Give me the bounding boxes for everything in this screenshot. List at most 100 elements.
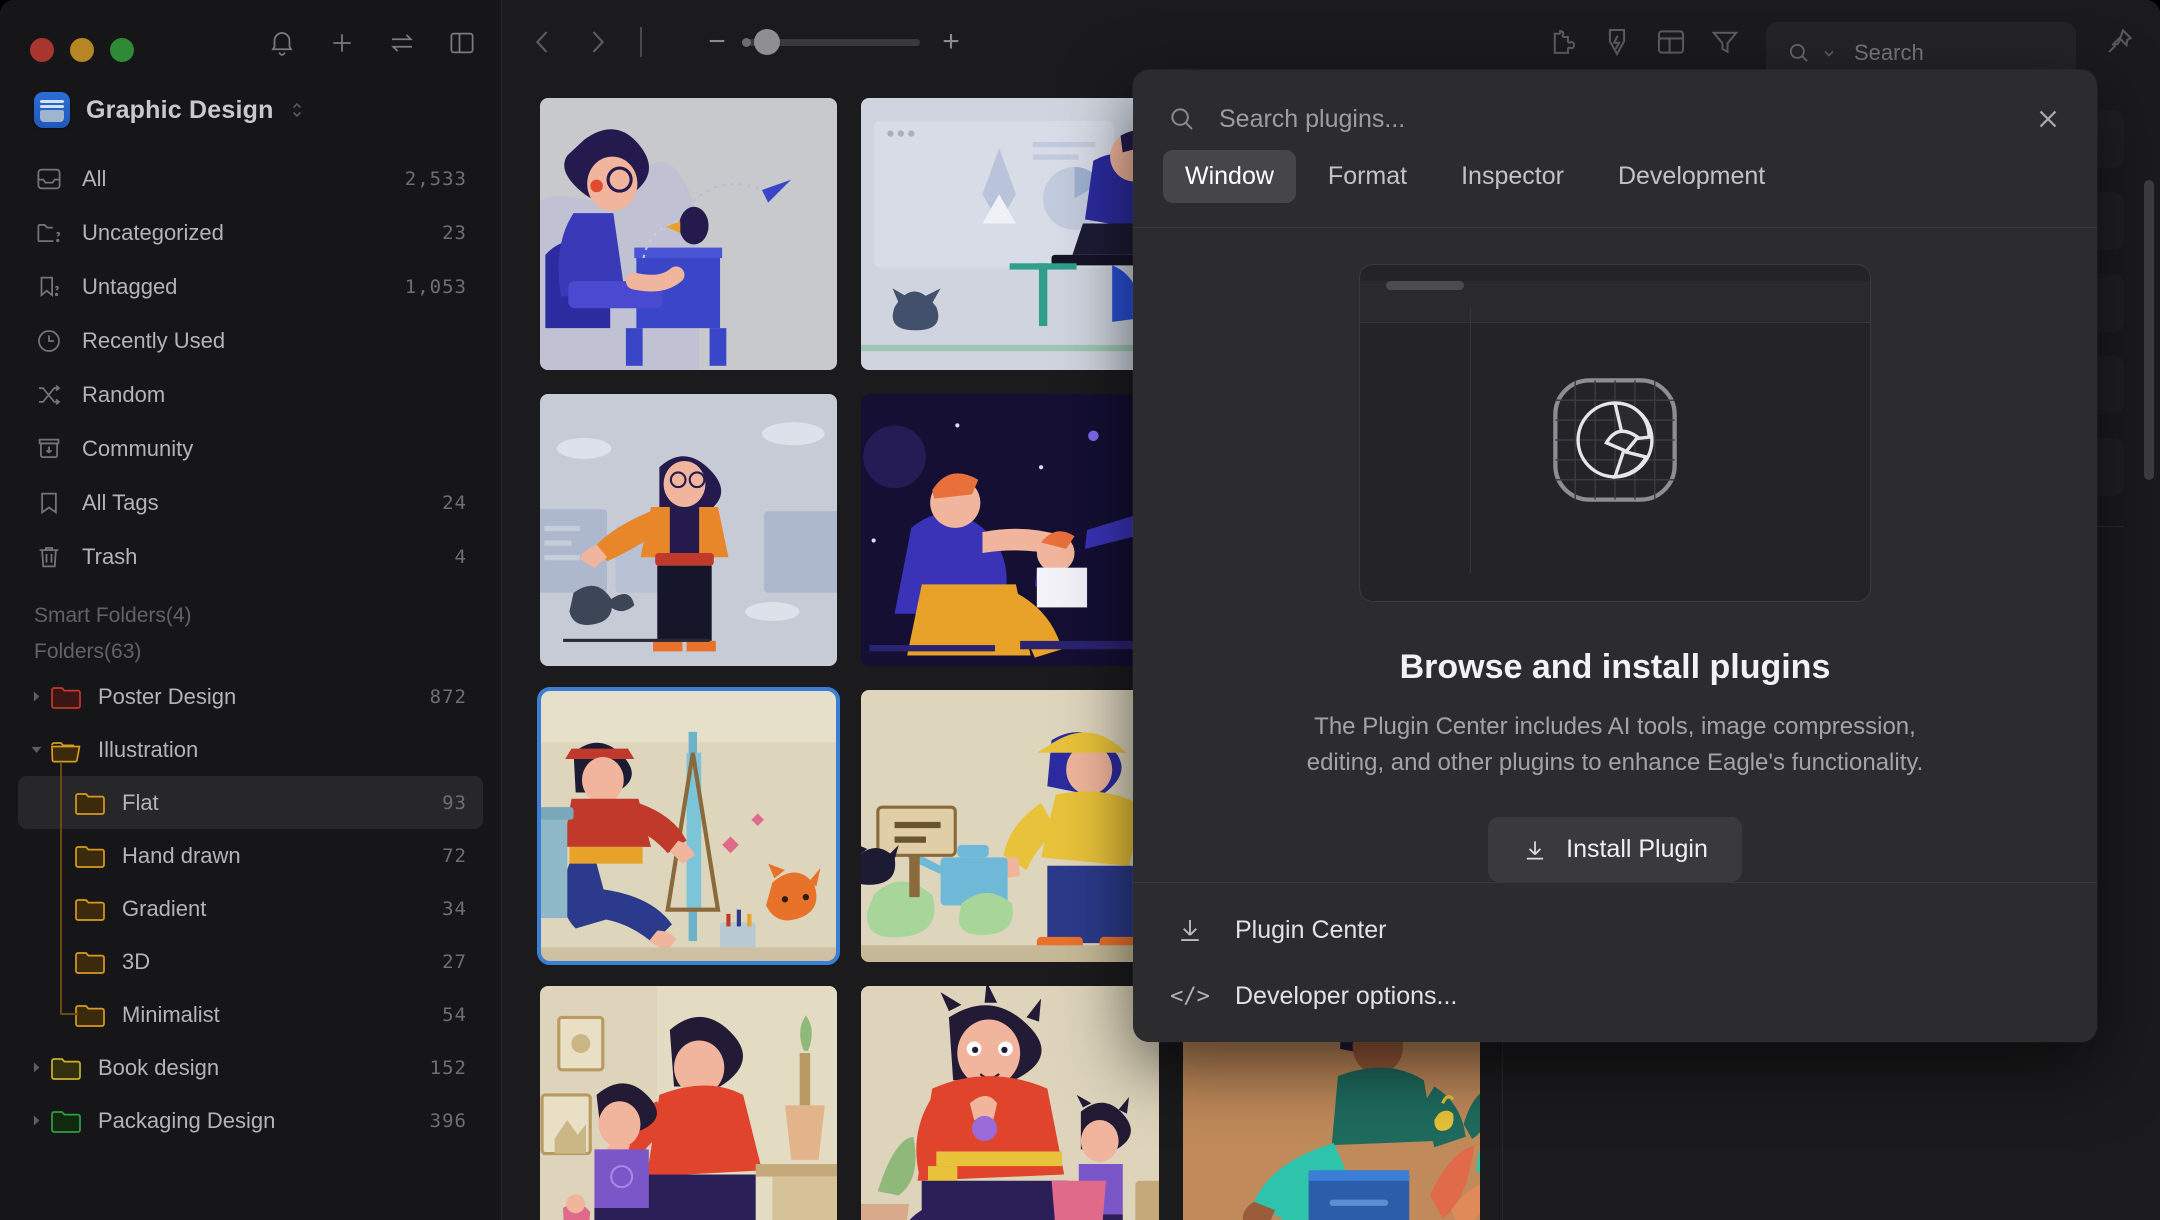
tree-guide-line xyxy=(60,974,78,1015)
filter-icon[interactable] xyxy=(1708,25,1742,59)
sidebar-item-count: 1,053 xyxy=(404,276,467,298)
sidebar-toggle-icon[interactable] xyxy=(447,28,477,58)
bookmark-icon xyxy=(34,488,64,518)
titlebar-actions xyxy=(267,28,477,58)
zoom-slider-handle[interactable] xyxy=(754,29,780,55)
bell-icon[interactable] xyxy=(267,28,297,58)
close-window-button[interactable] xyxy=(30,38,54,62)
pin-icon[interactable] xyxy=(2102,25,2136,59)
tab-inspector[interactable]: Inspector xyxy=(1439,150,1586,203)
thumbnail-father-and-child-stargazing[interactable] xyxy=(861,394,1159,666)
folder-row-gradient[interactable]: Gradient 34 xyxy=(18,868,483,949)
folder-label: 3D xyxy=(122,948,151,974)
sidebar-item-recently-used[interactable]: Recently Used xyxy=(18,314,483,368)
sidebar-item-uncategorized[interactable]: Uncategorized 23 xyxy=(18,206,483,260)
folder-row-packaging-design[interactable]: Packaging Design 396 xyxy=(18,1094,483,1147)
library-switcher[interactable]: Graphic Design xyxy=(0,70,501,146)
plugin-description: The Plugin Center includes AI tools, ima… xyxy=(1306,713,1924,776)
plugin-heading: Browse and install plugins xyxy=(1399,648,1831,686)
search-icon xyxy=(1167,104,1197,134)
shuffle-icon xyxy=(34,380,64,410)
sidebar-item-all[interactable]: All 2,533 xyxy=(18,152,483,206)
folder-tree: Poster Design 872 Illustration Flat 93 H… xyxy=(0,670,501,1147)
zoom-slider[interactable] xyxy=(742,29,920,55)
tab-development[interactable]: Development xyxy=(1596,150,1787,203)
folder-row-minimalist[interactable]: Minimalist 54 xyxy=(18,974,483,1041)
zoom-window-button[interactable] xyxy=(110,38,134,62)
folder-icon xyxy=(74,896,106,922)
install-plugin-button[interactable]: Install Plugin xyxy=(1488,817,1742,882)
plugin-preview-illustration xyxy=(1359,264,1871,602)
sidebar: Graphic Design All 2,533 Uncategorized 2… xyxy=(0,0,502,1220)
sidebar-item-community[interactable]: Community xyxy=(18,422,483,476)
folder-label: Flat xyxy=(122,789,159,815)
folders-header[interactable]: Folders(63) xyxy=(0,634,501,670)
thumbnail-gardener-watering-plants[interactable] xyxy=(861,690,1159,962)
minimize-window-button[interactable] xyxy=(70,38,94,62)
folder-label: Poster Design xyxy=(98,683,237,709)
menu-item-plugin-center[interactable]: Plugin Center xyxy=(1133,897,2097,963)
thumbnail-woman-at-desk-with-bird[interactable] xyxy=(540,98,838,370)
close-icon[interactable] xyxy=(2033,104,2063,134)
plus-icon[interactable] xyxy=(327,28,357,58)
sidebar-item-label: Community xyxy=(82,436,194,461)
folder-row-illustration[interactable]: Illustration xyxy=(18,723,483,776)
chevron-right-icon[interactable] xyxy=(24,1056,48,1080)
folder-count: 152 xyxy=(429,1056,467,1079)
folder-open-icon xyxy=(50,737,82,763)
sidebar-item-label: Random xyxy=(82,382,166,407)
plugin-search-bar[interactable]: Search plugins... xyxy=(1133,70,2097,134)
thumbnail-designer-at-laptop-with-cat[interactable] xyxy=(861,98,1159,370)
folder-count: 54 xyxy=(442,1003,467,1026)
sync-icon[interactable] xyxy=(387,28,417,58)
plugin-tabs[interactable]: Window Format Inspector Development xyxy=(1133,134,2097,227)
preview-sidebar-divider xyxy=(1470,307,1471,573)
sidebar-item-count: 24 xyxy=(442,492,467,514)
smart-folders-header[interactable]: Smart Folders(4) xyxy=(0,584,501,634)
thumbnail-person-with-cat-city[interactable] xyxy=(540,394,838,666)
folder-icon xyxy=(50,684,82,710)
thumbnail-parent-drawing-with-child[interactable] xyxy=(540,986,838,1220)
inspector-scrollbar[interactable] xyxy=(2144,180,2154,480)
thumbnail-artist-painting-easel[interactable] xyxy=(536,687,841,965)
folder-row-book-design[interactable]: Book design 152 xyxy=(18,1041,483,1094)
chevron-up-down-icon[interactable] xyxy=(290,99,304,121)
folder-row-hand-drawn[interactable]: Hand drawn 72 xyxy=(18,815,483,896)
chevron-right-icon[interactable] xyxy=(24,1109,48,1133)
chevron-right-icon[interactable] xyxy=(24,685,48,709)
folder-count: 93 xyxy=(442,791,467,814)
eagle-app-window: Graphic Design All 2,533 Uncategorized 2… xyxy=(0,0,2160,1220)
chevron-down-icon[interactable] xyxy=(24,738,48,762)
clock-icon xyxy=(34,326,64,356)
sidebar-item-trash[interactable]: Trash 4 xyxy=(18,530,483,584)
folder-count: 27 xyxy=(442,950,467,973)
thumbnail-family-eating-together[interactable] xyxy=(861,986,1159,1220)
folder-row-flat[interactable]: Flat 93 xyxy=(18,762,483,843)
menu-item-developer-options[interactable]: </> Developer options... xyxy=(1133,963,2097,1029)
folder-label: Minimalist xyxy=(122,1001,220,1027)
back-button[interactable] xyxy=(526,25,560,59)
sidebar-item-random[interactable]: Random xyxy=(18,368,483,422)
preview-title-pill xyxy=(1386,281,1464,290)
plugin-search-input[interactable]: Search plugins... xyxy=(1219,105,2011,134)
search-icon xyxy=(1786,40,1812,66)
tab-window[interactable]: Window xyxy=(1163,150,1296,203)
layout-icon[interactable] xyxy=(1654,25,1688,59)
code-icon: </> xyxy=(1170,983,1210,1009)
menu-item-label: Developer options... xyxy=(1235,981,1458,1010)
plugin-empty-state: Browse and install plugins The Plugin Ce… xyxy=(1133,227,2097,882)
zoom-in-button[interactable]: + xyxy=(938,27,964,57)
search-input[interactable]: Search xyxy=(1854,40,1924,66)
lightning-icon[interactable] xyxy=(1600,25,1634,59)
tab-format[interactable]: Format xyxy=(1306,150,1429,203)
download-icon xyxy=(1522,837,1548,863)
folder-row-3d[interactable]: 3D 27 xyxy=(18,921,483,1002)
sidebar-item-untagged[interactable]: Untagged 1,053 xyxy=(18,260,483,314)
sidebar-item-all-tags[interactable]: All Tags 24 xyxy=(18,476,483,530)
zoom-out-button[interactable]: − xyxy=(704,27,730,57)
forward-button[interactable] xyxy=(580,25,614,59)
folder-row-poster-design[interactable]: Poster Design 872 xyxy=(18,670,483,723)
zoom-control[interactable]: − + xyxy=(704,27,964,57)
chevron-down-icon[interactable] xyxy=(1822,46,1836,60)
plugin-puzzle-icon[interactable] xyxy=(1546,25,1580,59)
